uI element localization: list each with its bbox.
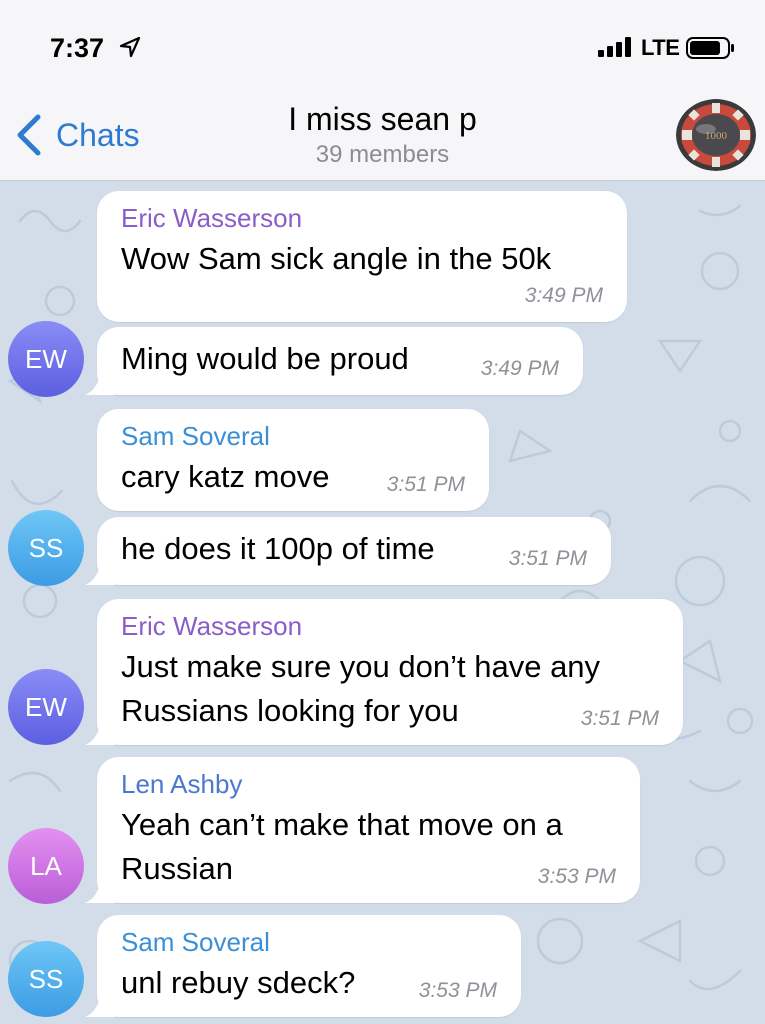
message-time: 3:51 PM xyxy=(580,707,659,730)
bubble-tail xyxy=(85,877,115,903)
message-bubble[interactable]: Eric Wasserson Just make sure you don’t … xyxy=(85,599,683,745)
chat-title[interactable]: I miss sean p xyxy=(0,101,765,138)
bubble-tail xyxy=(85,719,115,745)
member-count: 39 members xyxy=(315,141,450,168)
navigation-header: 7:37 LTE Chats I miss sean p 39 members xyxy=(0,0,765,181)
sender-name[interactable]: Len Ashby xyxy=(121,769,620,799)
message-time: 3:49 PM xyxy=(480,357,559,380)
avatar[interactable]: EW xyxy=(8,321,84,397)
message-list[interactable]: Eric Wasserson Wow Sam sick angle in the… xyxy=(0,181,765,1024)
message-time: 3:53 PM xyxy=(537,865,616,888)
message-text: Wow Sam sick angle in the 50k xyxy=(121,241,552,276)
message-bubble[interactable]: Len Ashby Yeah can’t make that move on a… xyxy=(85,757,640,903)
bubble-tail xyxy=(85,369,115,395)
message-time: 3:51 PM xyxy=(508,547,587,570)
poker-chip-icon: 1000 xyxy=(676,99,756,171)
sender-name[interactable]: Sam Soveral xyxy=(121,421,469,451)
avatar[interactable]: SS xyxy=(8,510,84,586)
group-avatar[interactable]: 1000 xyxy=(676,99,756,171)
location-arrow-icon xyxy=(119,36,141,58)
bubble-tail xyxy=(85,991,115,1017)
battery-icon xyxy=(686,37,734,59)
sender-name[interactable]: Eric Wasserson xyxy=(121,611,663,641)
message-time: 3:49 PM xyxy=(524,284,603,307)
bubble-tail xyxy=(85,559,115,585)
message-bubble[interactable]: Eric Wasserson Wow Sam sick angle in the… xyxy=(97,191,627,322)
message-bubble[interactable]: Sam Soveral unl rebuy sdeck? 3:53 PM xyxy=(85,915,521,1017)
message-text-line: Just make sure you don’t have any xyxy=(121,649,601,684)
sender-name[interactable]: Eric Wasserson xyxy=(121,203,607,233)
message-bubble[interactable]: Sam Soveral cary katz move 3:51 PM xyxy=(97,409,489,511)
message-bubble[interactable]: Ming would be proud 3:49 PM xyxy=(85,327,583,395)
status-time: 7:37 xyxy=(50,33,105,63)
message-text-line: Yeah can’t make that move on a xyxy=(121,807,563,842)
avatar[interactable]: LA xyxy=(8,828,84,904)
cellular-signal-icon xyxy=(598,37,631,57)
avatar[interactable]: SS xyxy=(8,941,84,1017)
sender-name[interactable]: Sam Soveral xyxy=(121,927,501,957)
network-type: LTE xyxy=(641,35,680,60)
message-bubble[interactable]: he does it 100p of time 3:51 PM xyxy=(85,517,611,585)
avatar[interactable]: EW xyxy=(8,669,84,745)
message-time: 3:53 PM xyxy=(418,979,497,1002)
message-time: 3:51 PM xyxy=(386,473,465,496)
